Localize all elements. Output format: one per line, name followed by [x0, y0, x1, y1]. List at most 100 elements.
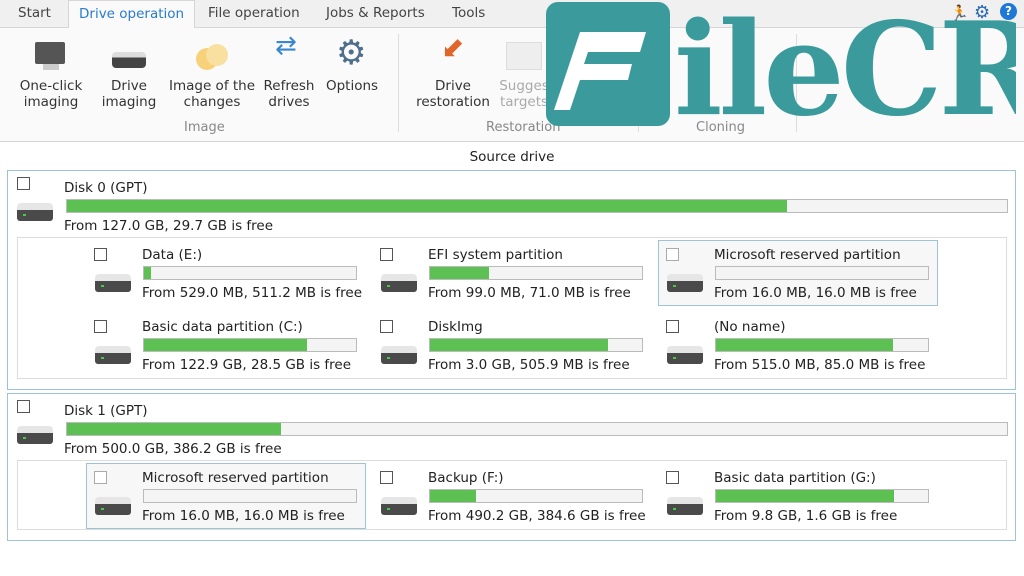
drive-button[interactable]: ⬋ Drive restoration [412, 31, 494, 111]
drive-button[interactable]: Drive imaging [96, 34, 162, 110]
drive-export-icon [109, 34, 149, 74]
partition-info: From 3.0 GB, 505.9 MB is free [428, 357, 630, 373]
partition-usage-bar [715, 338, 929, 352]
partition-checkbox[interactable] [380, 248, 393, 261]
hard-drive-icon [667, 497, 703, 515]
button-label: Options [325, 78, 379, 94]
partition-name: DiskImg [428, 319, 483, 335]
button-label: drives [268, 94, 310, 110]
folder-icon [504, 34, 544, 74]
group-label-restoration: Restoration [486, 120, 561, 135]
button-label: Opti [570, 78, 600, 94]
partition-checkbox[interactable] [94, 471, 107, 484]
hard-drive-icon [381, 346, 417, 364]
restore-arrow-icon: ⬋ [441, 31, 465, 64]
partition-usage-bar [715, 489, 929, 503]
tab-tools[interactable]: Tools [442, 0, 495, 28]
divider [796, 34, 797, 132]
hard-drive-icon [17, 203, 53, 221]
partition-info: From 9.8 GB, 1.6 GB is free [714, 508, 898, 524]
partition-name: Basic data partition (G:) [714, 470, 876, 486]
button-label: One-click [19, 78, 83, 94]
partition-usage-bar [429, 266, 643, 280]
ribbon-tabs: Start Drive operation File operation Job… [0, 0, 1024, 29]
disk-checkbox[interactable] [17, 177, 30, 190]
disk-info: From 500.0 GB, 386.2 GB is free [64, 441, 282, 457]
image-of-the-button[interactable]: Image of the changes [166, 34, 258, 110]
hard-drive-icon [667, 274, 703, 292]
partition-info: From 490.2 GB, 384.6 GB is free [428, 508, 646, 524]
divider [638, 34, 639, 132]
partition-usage-bar [429, 489, 643, 503]
partition-name: Basic data partition (C:) [142, 319, 303, 335]
disk-usage-bar [66, 422, 1008, 436]
opti-button[interactable]: ⚙ Opti [560, 34, 610, 94]
hard-drive-icon [95, 346, 131, 364]
hard-drive-icon [95, 274, 131, 292]
button-label: restoration [416, 94, 490, 110]
ribbon: One-click imaging Drive imaging Image of… [0, 28, 1024, 142]
partition-checkbox[interactable] [666, 471, 679, 484]
hard-drive-icon [381, 497, 417, 515]
partition-name: Microsoft reserved partition [142, 470, 329, 486]
refresh-arrows-icon: ⇄ [275, 31, 297, 61]
partition-info: From 529.0 MB, 511.2 MB is free [142, 285, 363, 301]
partition-info: From 122.9 GB, 28.5 GB is free [142, 357, 352, 373]
disk-name: Disk 1 (GPT) [64, 403, 148, 419]
partition-info: From 99.0 MB, 71.0 MB is free [428, 285, 631, 301]
disk-usage-bar [66, 199, 1008, 213]
button-label: Image of the [168, 78, 256, 94]
partition-name: Data (E:) [142, 247, 203, 263]
hard-drive-icon [17, 426, 53, 444]
refresh-button[interactable]: ⇄ Refresh drives [260, 31, 318, 110]
partition-info: From 16.0 MB, 16.0 MB is free [142, 508, 345, 524]
disk-name: Disk 0 (GPT) [64, 180, 148, 196]
tab-start[interactable]: Start [8, 0, 61, 28]
partition-info: From 515.0 MB, 85.0 MB is free [714, 357, 926, 373]
partition-usage-bar [143, 266, 357, 280]
partition-name: EFI system partition [428, 247, 563, 263]
changes-export-icon [192, 34, 232, 74]
partition-usage-bar [429, 338, 643, 352]
disk-info: From 127.0 GB, 29.7 GB is free [64, 218, 274, 234]
partition-checkbox[interactable] [94, 248, 107, 261]
tab-file-operation[interactable]: File operation [198, 0, 310, 28]
hard-drive-icon [381, 274, 417, 292]
partition-usage-bar [715, 266, 929, 280]
partition-checkbox[interactable] [94, 320, 107, 333]
button-label: imaging [23, 94, 79, 110]
group-label-cloning: Cloning [696, 120, 745, 135]
button-label: targets [499, 94, 549, 110]
button-label: Refresh [263, 78, 315, 94]
running-man-icon[interactable]: 🏃 [950, 4, 969, 22]
tab-jobs-reports[interactable]: Jobs & Reports [316, 0, 435, 28]
partition-name: Backup (F:) [428, 470, 504, 486]
sugges-button[interactable]: Sugges targets [496, 34, 552, 110]
hard-drive-icon [95, 497, 131, 515]
partition-name: Microsoft reserved partition [714, 247, 901, 263]
computer-export-icon [31, 34, 71, 74]
button-label: imaging [101, 94, 157, 110]
divider [398, 34, 399, 132]
partition-usage-bar [143, 489, 357, 503]
settings-gear-icon[interactable]: ⚙ [974, 2, 990, 23]
button-label: Drive [435, 78, 471, 94]
hard-drive-icon [667, 346, 703, 364]
gear-icon: ⚙ [569, 33, 600, 73]
group-label-image: Image [184, 120, 225, 135]
partition-info: From 16.0 MB, 16.0 MB is free [714, 285, 917, 301]
partition-usage-bar [143, 338, 357, 352]
partition-checkbox[interactable] [380, 471, 393, 484]
button-label: Sugges [499, 78, 549, 94]
disk-checkbox[interactable] [17, 400, 30, 413]
partition-checkbox[interactable] [666, 320, 679, 333]
button-label: changes [183, 94, 241, 110]
partition-checkbox[interactable] [380, 320, 393, 333]
tab-drive-operation[interactable]: Drive operation [68, 0, 196, 29]
one-click-button[interactable]: One-click imaging [12, 34, 90, 110]
partition-checkbox[interactable] [666, 248, 679, 261]
partition-name: (No name) [714, 319, 786, 335]
help-icon[interactable]: ? [1000, 3, 1017, 20]
gear-icon: ⚙ [336, 33, 367, 73]
options-button[interactable]: ⚙ Options [324, 34, 380, 94]
